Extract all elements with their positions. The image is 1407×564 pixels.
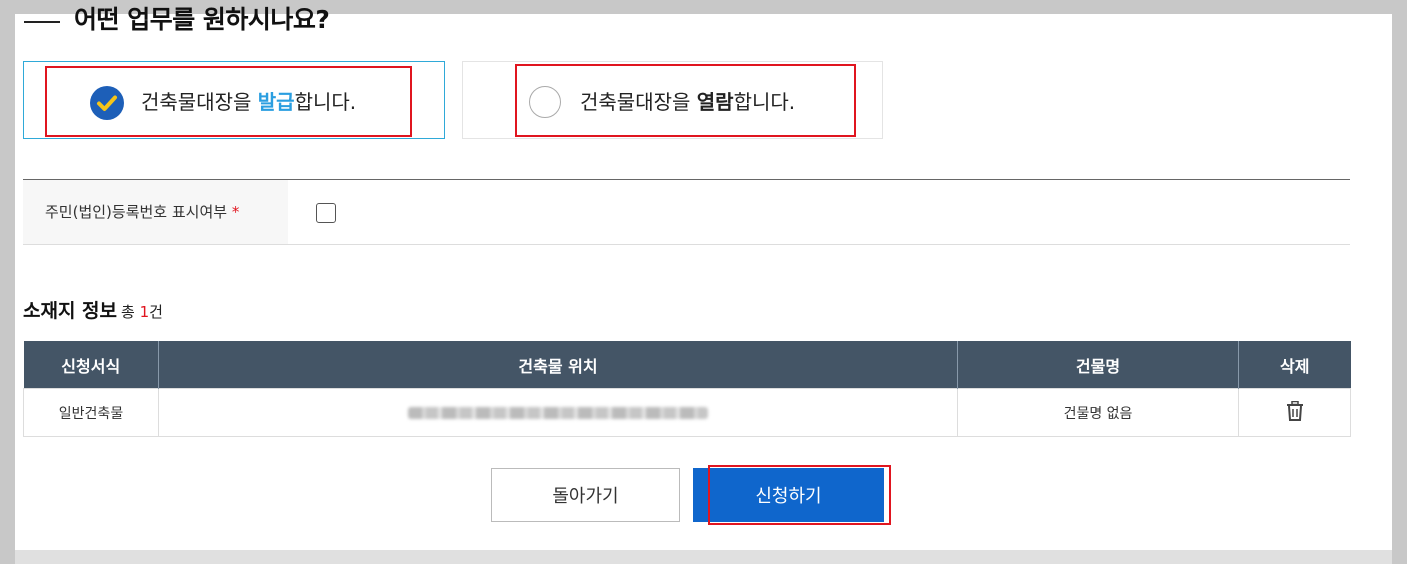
divider xyxy=(23,244,1350,245)
cell-delete xyxy=(1238,388,1351,437)
cell-location xyxy=(158,388,958,437)
cell-form: 일반건축물 xyxy=(23,388,159,437)
table-row: 일반건축물 건물명 없음 xyxy=(23,388,1351,437)
heading-dash xyxy=(24,21,60,23)
annotation-box-view xyxy=(515,64,856,137)
annotation-box-apply xyxy=(708,465,891,525)
column-header-delete: 삭제 xyxy=(1238,341,1351,389)
column-header-location: 건축물 위치 xyxy=(158,341,958,389)
location-table: 신청서식 건축물 위치 건물명 삭제 일반건축물 건물명 없음 xyxy=(23,341,1351,437)
page-title: 어떤 업무를 원하시나요? xyxy=(74,5,330,34)
cell-building-name: 건물명 없음 xyxy=(957,388,1239,437)
id-display-label: 주민(법인)등록번호 표시여부 * xyxy=(45,203,240,221)
annotation-box-issue xyxy=(45,66,412,137)
section-title: 소재지 정보 총 1건 xyxy=(23,300,163,322)
section-count: 총 1건 xyxy=(121,303,163,321)
required-mark: * xyxy=(231,203,240,221)
bottom-strip xyxy=(15,550,1392,564)
column-header-building-name: 건물명 xyxy=(957,341,1239,389)
back-button[interactable]: 돌아가기 xyxy=(491,468,680,522)
column-header-form: 신청서식 xyxy=(23,341,159,389)
trash-icon[interactable] xyxy=(1286,400,1304,425)
blurred-address xyxy=(408,406,708,419)
id-display-checkbox[interactable] xyxy=(316,203,336,223)
